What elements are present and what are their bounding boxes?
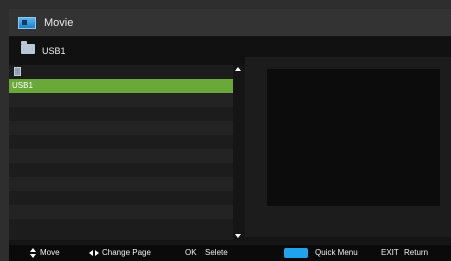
list-row-empty <box>9 177 233 191</box>
list-row-empty <box>9 121 233 135</box>
folder-icon <box>21 41 35 54</box>
hint-change-page: Change Page <box>102 248 151 257</box>
hint-quick-menu: Quick Menu <box>315 248 358 257</box>
list-item-selected[interactable]: USB1 <box>9 79 233 93</box>
list-row-empty <box>9 93 233 107</box>
window-title: Movie <box>44 16 74 29</box>
movie-app-icon <box>18 16 36 29</box>
list-row-empty <box>9 107 233 121</box>
list-item-drive[interactable] <box>9 65 233 79</box>
list-row-empty <box>9 219 233 233</box>
list-scrollbar[interactable] <box>233 65 242 240</box>
movie-window: Movie USB1 USB1 Move Change Page OK Sele… <box>9 9 451 261</box>
scroll-up-arrow-icon[interactable] <box>235 67 241 71</box>
list-row-empty <box>9 163 233 177</box>
footer-hint-bar: Move Change Page OK Selete Quick Menu EX… <box>9 245 451 261</box>
hint-move: Move <box>40 248 60 257</box>
video-preview <box>267 69 440 206</box>
hint-ok-action: Selete <box>205 248 228 257</box>
exit-key-label: EXIT <box>381 248 399 257</box>
preview-panel <box>245 57 451 237</box>
list-row-empty <box>9 191 233 205</box>
blue-key-icon <box>284 248 308 258</box>
ok-key-label: OK <box>185 248 197 257</box>
title-bar: Movie <box>9 9 451 36</box>
updown-arrows-icon <box>30 248 36 258</box>
hint-exit-action: Return <box>404 248 429 257</box>
scroll-down-arrow-icon[interactable] <box>235 234 241 238</box>
list-row-empty <box>9 149 233 163</box>
file-list: USB1 <box>9 65 233 240</box>
drive-icon <box>14 67 21 76</box>
list-row-empty <box>9 135 233 149</box>
list-row-empty <box>9 205 233 219</box>
path-label: USB1 <box>42 46 66 56</box>
leftright-arrows-icon <box>89 250 99 256</box>
list-item-label: USB1 <box>12 81 33 90</box>
